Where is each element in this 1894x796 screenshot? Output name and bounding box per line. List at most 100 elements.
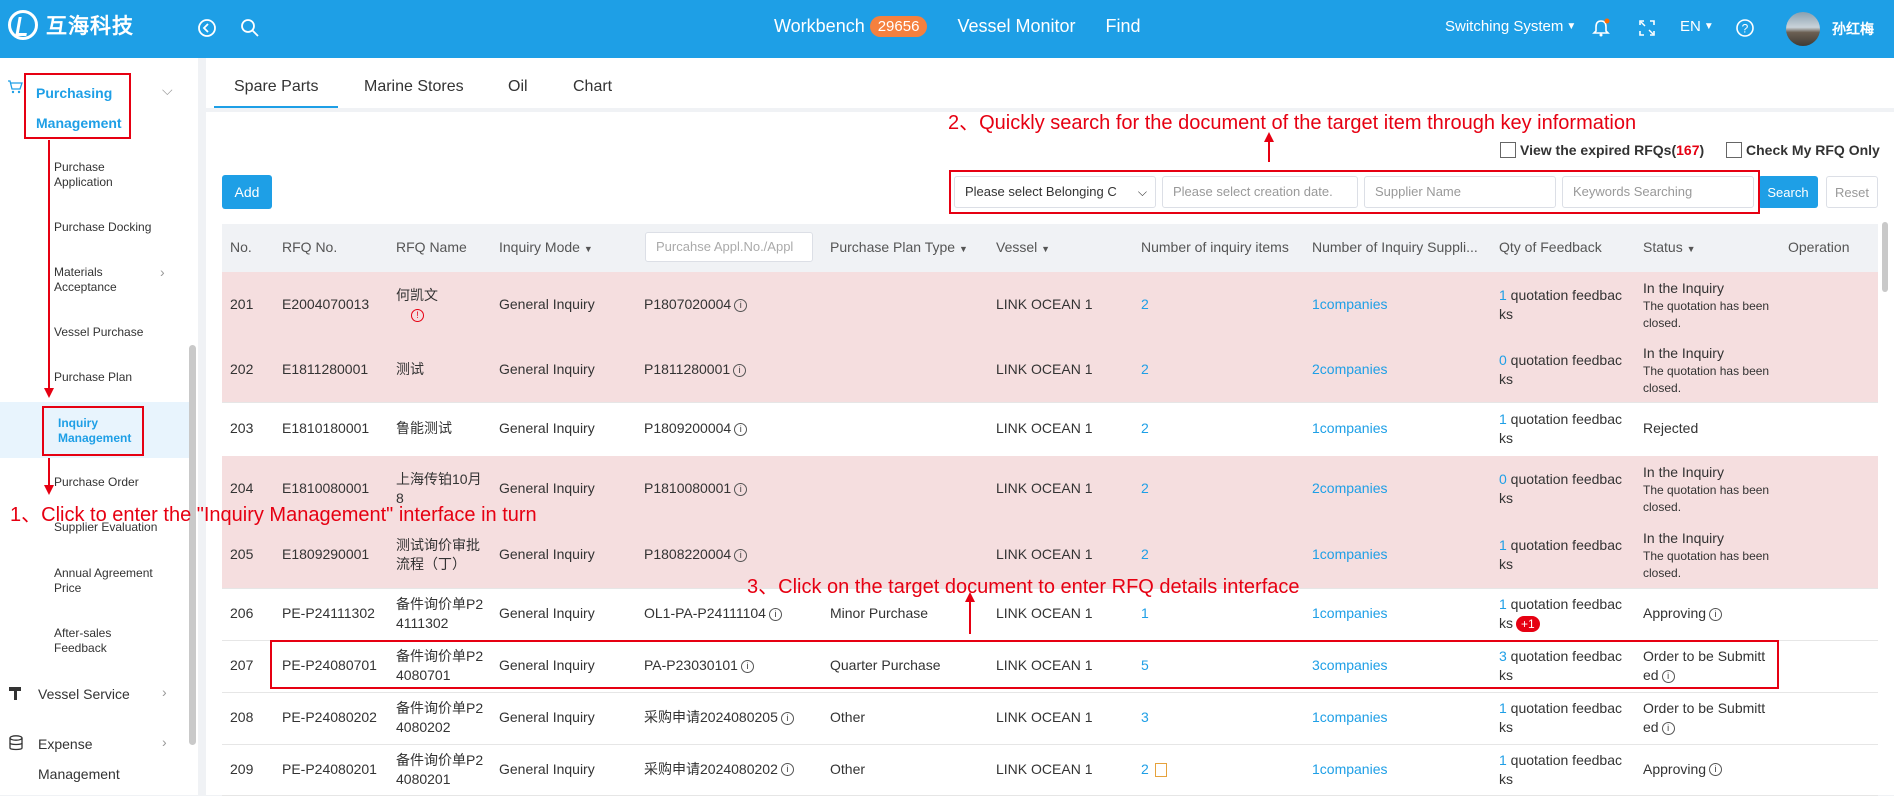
back-icon[interactable] <box>195 16 219 40</box>
info-icon[interactable]: i <box>1661 721 1675 735</box>
cell-inquiry-suppliers[interactable]: 2companies <box>1312 479 1388 498</box>
cell-rfq-no[interactable]: E1809290001 <box>282 545 369 564</box>
cell-qty-feedback[interactable]: 0 quotation feedbac ks <box>1499 351 1622 389</box>
sidebar-item-purchase-order[interactable]: Purchase Order <box>54 475 139 490</box>
table-row[interactable]: 207 PE-P24080701 备件询价单P2 4080701 General Inq… <box>222 640 1878 693</box>
cell-appl-no[interactable]: P1807020004 i <box>644 295 748 314</box>
table-row[interactable]: 202 E1811280001 测试 General Inquiry P18112800… <box>222 338 1878 403</box>
cell-appl-no[interactable]: PA-P23030101 i <box>644 656 754 675</box>
cell-inquiry-items[interactable]: 2 <box>1141 419 1149 438</box>
cell-qty-feedback[interactable]: 3 quotation feedbac ks <box>1499 647 1622 685</box>
cell-inquiry-items[interactable]: 2 <box>1141 760 1167 779</box>
sidebar-item-vessel-purchase[interactable]: Vessel Purchase <box>54 325 143 340</box>
cell-inquiry-suppliers[interactable]: 2companies <box>1312 360 1388 379</box>
cell-rfq-name[interactable]: 鲁能测试 <box>396 419 452 438</box>
check-my-rfq-checkbox[interactable]: Check My RFQ Only <box>1726 142 1880 158</box>
creation-date-picker[interactable]: Please select creation date. <box>1162 176 1358 208</box>
document-icon[interactable] <box>1154 762 1167 777</box>
cell-inquiry-suppliers[interactable]: 3companies <box>1312 656 1388 675</box>
table-row[interactable]: 201 E2004070013 何凯文! General Inquiry P180702… <box>222 272 1878 339</box>
info-icon[interactable]: i <box>1661 669 1675 683</box>
cell-qty-feedback[interactable]: 1 quotation feedbac ks <box>1499 699 1622 737</box>
sidebar-item-purchase-plan[interactable]: Purchase Plan <box>54 370 132 385</box>
cell-appl-no[interactable]: P1810080001 i <box>644 479 748 498</box>
cell-inquiry-items[interactable]: 2 <box>1141 360 1149 379</box>
brand-logo[interactable]: 互海科技 <box>8 10 134 40</box>
cell-inquiry-suppliers[interactable]: 1companies <box>1312 419 1388 438</box>
info-icon[interactable]: i <box>780 763 794 777</box>
cell-qty-feedback[interactable]: 1 quotation feedbac ks <box>1499 751 1622 789</box>
tab-spare-parts[interactable]: Spare Parts <box>234 78 318 96</box>
info-icon[interactable]: i <box>768 607 782 621</box>
cell-rfq-no[interactable]: E1811280001 <box>282 360 368 379</box>
cell-inquiry-suppliers[interactable]: 1companies <box>1312 545 1388 564</box>
sidebar-item-purchase-docking[interactable]: Purchase Docking <box>54 220 151 235</box>
appl-no-filter-input[interactable]: Purcahse Appl.No./Appl <box>645 232 813 262</box>
help-icon[interactable]: ? <box>1733 16 1757 40</box>
username[interactable]: 孙红梅 <box>1832 19 1874 39</box>
cell-inquiry-items[interactable]: 5 <box>1141 656 1149 675</box>
cell-inquiry-suppliers[interactable]: 1companies <box>1312 760 1388 779</box>
cell-qty-feedback[interactable]: 0 quotation feedbac ks <box>1499 470 1622 508</box>
cell-appl-no[interactable]: P1808220004 i <box>644 545 748 564</box>
cell-rfq-no[interactable]: E2004070013 <box>282 295 369 314</box>
tab-oil[interactable]: Oil <box>508 78 528 96</box>
info-icon[interactable]: i <box>734 422 748 436</box>
info-icon[interactable]: i <box>734 298 748 312</box>
cell-inquiry-items[interactable]: 1 <box>1141 604 1149 623</box>
cell-qty-feedback[interactable]: 1 quotation feedbac ks <box>1499 536 1622 574</box>
chevron-right-icon[interactable]: › <box>162 684 167 700</box>
sidebar-item-purchase-application[interactable]: Purchase Application <box>54 160 113 190</box>
cell-appl-no[interactable]: P1809200004 i <box>644 419 748 438</box>
cell-inquiry-items[interactable]: 3 <box>1141 708 1149 727</box>
avatar[interactable] <box>1786 12 1820 46</box>
cell-rfq-name[interactable]: 备件询价单P2 4080701 <box>396 647 483 685</box>
table-row[interactable]: 203 E1810180001 鲁能测试 General Inquiry P180920… <box>222 402 1878 457</box>
cell-qty-feedback[interactable]: 1 quotation feedbac ks +1 <box>1499 595 1622 633</box>
cell-rfq-no[interactable]: E1810180001 <box>282 419 369 438</box>
info-icon[interactable]: i <box>733 363 747 377</box>
cell-rfq-name[interactable]: 测试询价审批 流程（丁） <box>396 536 480 574</box>
sidebar-item-vessel-service[interactable]: Vessel Service <box>38 686 130 702</box>
cell-inquiry-suppliers[interactable]: 1companies <box>1312 708 1388 727</box>
search-button[interactable]: Search <box>1758 176 1818 208</box>
cell-rfq-no[interactable]: PE-P24080701 <box>282 656 377 675</box>
cell-inquiry-items[interactable]: 2 <box>1141 545 1149 564</box>
cell-appl-no[interactable]: 采购申请2024080205 i <box>644 708 794 727</box>
cell-rfq-name[interactable]: 备件询价单P2 4080201 <box>396 751 483 789</box>
col-plan-type[interactable]: Purchase Plan Type ▼ <box>830 239 968 255</box>
chevron-up-icon[interactable]: ⌵ <box>162 82 173 99</box>
bell-icon[interactable] <box>1589 16 1613 40</box>
cell-inquiry-suppliers[interactable]: 1companies <box>1312 604 1388 623</box>
cell-inquiry-suppliers[interactable]: 1companies <box>1312 295 1388 314</box>
sidebar-item-inquiry-management[interactable]: Inquiry Management <box>58 416 131 446</box>
sidebar-scrollbar[interactable] <box>189 345 196 745</box>
checkbox[interactable] <box>1500 142 1516 158</box>
sidebar-item-annual-agreement-price[interactable]: Annual Agreement Price <box>54 566 153 596</box>
cell-qty-feedback[interactable]: 1 quotation feedbac ks <box>1499 286 1622 324</box>
info-icon[interactable]: i <box>780 711 794 725</box>
cell-rfq-name[interactable]: 测试 <box>396 360 424 379</box>
switching-system-dropdown[interactable]: Switching System ▼ <box>1445 18 1576 35</box>
cell-rfq-no[interactable]: E1810080001 <box>282 479 369 498</box>
table-scrollbar[interactable] <box>1882 222 1888 292</box>
cell-qty-feedback[interactable]: 1 quotation feedbac ks <box>1499 410 1622 448</box>
nav-find[interactable]: Find <box>1106 16 1141 37</box>
cell-rfq-no[interactable]: PE-P24080202 <box>282 708 377 727</box>
keywords-search-input[interactable]: Keywords Searching <box>1562 176 1754 208</box>
info-icon[interactable]: i <box>1709 763 1723 777</box>
cell-rfq-name[interactable]: 备件询价单P2 4111302 <box>396 595 483 633</box>
nav-workbench[interactable]: Workbench 29656 <box>774 16 928 37</box>
sidebar-group-purchasing[interactable]: Purchasing Management <box>36 78 136 138</box>
cell-inquiry-items[interactable]: 2 <box>1141 295 1149 314</box>
cell-rfq-name[interactable]: 备件询价单P2 4080202 <box>396 699 483 737</box>
cell-appl-no[interactable]: 采购申请2024080202 i <box>644 760 794 779</box>
cell-appl-no[interactable]: P1811280001 i <box>644 360 747 379</box>
chevron-right-icon[interactable]: › <box>162 734 167 750</box>
view-expired-rfqs-checkbox[interactable]: View the expired RFQs(167) <box>1500 142 1704 158</box>
reset-button[interactable]: Reset <box>1826 176 1878 208</box>
tab-chart[interactable]: Chart <box>573 78 612 96</box>
chevron-right-icon[interactable]: › <box>160 264 165 280</box>
table-row[interactable]: 209 PE-P24080201 备件询价单P2 4080201 General Inq… <box>222 744 1878 796</box>
cell-rfq-no[interactable]: PE-P24111302 <box>282 604 375 623</box>
